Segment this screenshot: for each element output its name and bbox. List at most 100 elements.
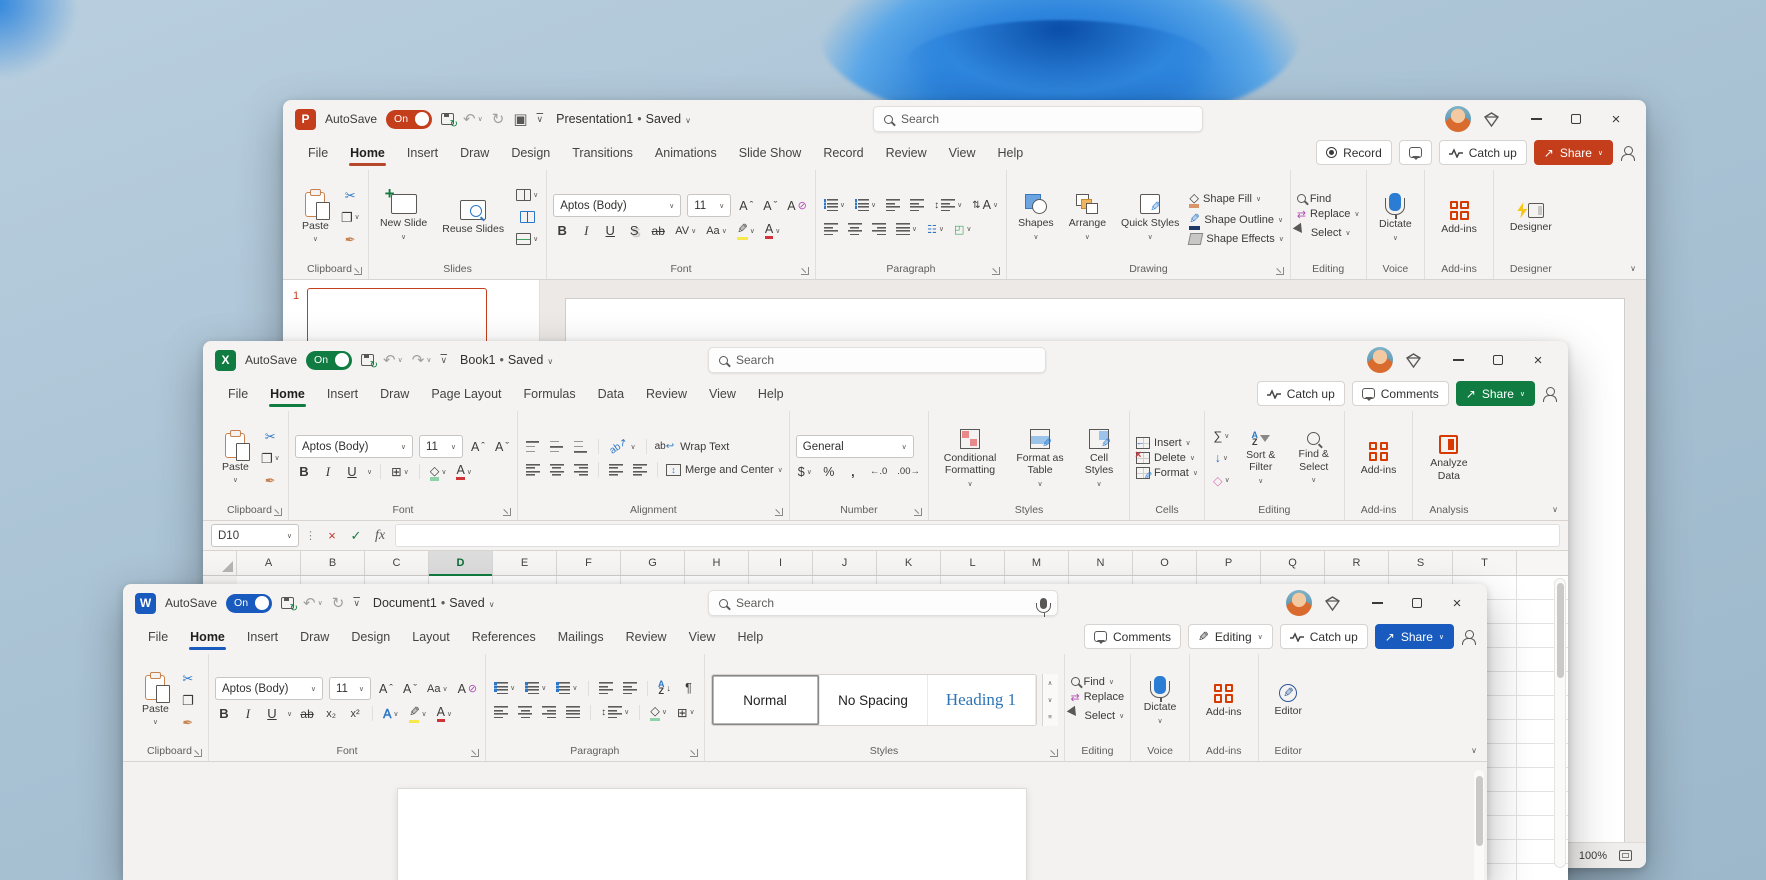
copy-button[interactable]: ❐∨ xyxy=(339,208,362,227)
dialog-launcher-icon[interactable] xyxy=(194,749,202,757)
column-header[interactable]: I xyxy=(749,551,813,575)
font-name-select[interactable]: Aptos (Body)∨ xyxy=(553,194,681,217)
quick-access-toolbar-chevron-icon[interactable]: ∨ xyxy=(537,115,544,124)
ribbon-tab[interactable]: Page Layout xyxy=(420,380,512,408)
font-name-select[interactable]: Aptos (Body)∨ xyxy=(295,435,413,458)
formula-input[interactable] xyxy=(395,524,1560,547)
align-center-button[interactable] xyxy=(516,703,534,722)
select-button[interactable]: Select∨ xyxy=(1071,707,1125,725)
doc-titlebar[interactable]: W AutoSave On ↶∨ ↻ ∨ Document1•Saved∨ Se… xyxy=(123,584,1487,622)
close-button[interactable]: × xyxy=(1596,104,1636,134)
column-header[interactable]: N xyxy=(1069,551,1133,575)
replace-button[interactable]: ⇄Replace xyxy=(1071,691,1125,704)
present-people-icon[interactable] xyxy=(1461,630,1477,644)
user-avatar[interactable] xyxy=(1445,106,1471,132)
increase-font-button[interactable]: Aˆ xyxy=(737,196,755,215)
align-left-button[interactable] xyxy=(524,460,542,479)
maximize-button[interactable] xyxy=(1397,588,1437,618)
column-header[interactable]: R xyxy=(1325,551,1389,575)
share-button[interactable]: ↗Share∨ xyxy=(1456,381,1535,406)
justify-button[interactable] xyxy=(564,703,582,722)
cancel-entry-button[interactable]: × xyxy=(323,526,341,545)
comments-button[interactable]: Comments xyxy=(1084,624,1181,649)
column-header[interactable]: O xyxy=(1133,551,1197,575)
slide-layout-button[interactable]: ∨ xyxy=(514,186,540,205)
highlight-color-button[interactable]: ✎∨ xyxy=(407,704,429,723)
column-header[interactable]: D xyxy=(429,551,493,575)
ribbon-tab[interactable]: Draw xyxy=(289,623,340,651)
column-header[interactable]: C xyxy=(365,551,429,575)
column-header[interactable]: L xyxy=(941,551,1005,575)
ribbon-tab[interactable]: Transitions xyxy=(561,139,644,167)
underline-button[interactable]: U xyxy=(263,704,281,723)
decrease-font-button[interactable]: Aˇ xyxy=(401,679,419,698)
borders-button[interactable]: ⊞∨ xyxy=(389,462,411,481)
ribbon-tab[interactable]: Home xyxy=(259,380,316,408)
ribbon-tab[interactable]: Help xyxy=(726,623,774,651)
increase-decimal-button[interactable]: ←.0 xyxy=(868,462,889,481)
ribbon-tab[interactable]: Mailings xyxy=(547,623,615,651)
quick-styles-button[interactable]: Quick Styles∨ xyxy=(1116,190,1184,244)
bottom-align-button[interactable] xyxy=(572,437,590,456)
ribbon-tab[interactable]: Review xyxy=(875,139,938,167)
underline-button[interactable]: U xyxy=(343,462,361,481)
ribbon-tab[interactable]: Design xyxy=(340,623,401,651)
style-option[interactable]: Heading 1 xyxy=(928,675,1036,725)
ribbon-tab[interactable]: Insert xyxy=(316,380,369,408)
align-right-button[interactable] xyxy=(540,703,558,722)
bullets-button[interactable]: ∨ xyxy=(822,196,847,215)
analyze-data-button[interactable]: Analyze Data xyxy=(1422,431,1476,484)
clear-formatting-button[interactable]: A⊘ xyxy=(785,196,809,215)
increase-indent-button[interactable] xyxy=(621,679,639,698)
gallery-more-icon[interactable]: ≡ xyxy=(1043,709,1058,726)
ribbon-tab[interactable]: Home xyxy=(179,623,236,651)
confirm-entry-button[interactable]: ✓ xyxy=(347,526,365,545)
user-avatar[interactable] xyxy=(1286,590,1312,616)
align-right-button[interactable] xyxy=(572,460,590,479)
shapes-button[interactable]: Shapes∨ xyxy=(1013,190,1059,244)
increase-font-button[interactable]: Aˆ xyxy=(469,437,487,456)
quick-access-toolbar-chevron-icon[interactable]: ∨ xyxy=(353,599,360,608)
dialog-launcher-icon[interactable] xyxy=(914,508,922,516)
font-color-button[interactable]: A∨ xyxy=(454,462,473,481)
ribbon-tab[interactable]: Draw xyxy=(449,139,500,167)
column-header[interactable]: P xyxy=(1197,551,1261,575)
font-size-select[interactable]: 11∨ xyxy=(419,435,463,458)
share-button[interactable]: ↗Share∨ xyxy=(1534,140,1613,165)
orientation-button[interactable]: ab↗∨ xyxy=(607,437,638,456)
dialog-launcher-icon[interactable] xyxy=(503,508,511,516)
delete-cells-button[interactable]: Delete∨ xyxy=(1136,452,1195,464)
format-painter-button[interactable]: ✒ xyxy=(339,230,362,249)
copy-button[interactable]: ❐ xyxy=(179,691,197,710)
comments-button[interactable] xyxy=(1399,140,1432,165)
undo-icon[interactable]: ↶∨ xyxy=(383,353,403,368)
multilevel-list-button[interactable]: ∨ xyxy=(554,679,579,698)
cell-styles-button[interactable]: Cell Styles∨ xyxy=(1075,425,1123,492)
style-option[interactable]: Normal xyxy=(712,675,820,725)
fill-color-button[interactable]: ◇∨ xyxy=(428,462,449,481)
maximize-button[interactable] xyxy=(1556,104,1596,134)
ribbon-tab[interactable]: Draw xyxy=(369,380,420,408)
bullets-button[interactable]: ∨ xyxy=(492,679,517,698)
change-case-button[interactable]: Aa∨ xyxy=(704,221,729,240)
cut-button[interactable]: ✂ xyxy=(339,186,362,205)
dialog-launcher-icon[interactable] xyxy=(1276,267,1284,275)
dialog-launcher-icon[interactable] xyxy=(801,267,809,275)
cut-button[interactable]: ✂ xyxy=(259,427,282,446)
numbering-button[interactable]: ∨ xyxy=(853,196,878,215)
start-slideshow-icon[interactable]: ▣ xyxy=(513,112,527,127)
column-header[interactable]: T xyxy=(1453,551,1517,575)
cut-button[interactable]: ✂ xyxy=(179,669,197,688)
justify-button[interactable]: ∨ xyxy=(894,220,919,239)
ribbon-tab[interactable]: Help xyxy=(986,139,1034,167)
gallery-up-icon[interactable]: ∧ xyxy=(1043,674,1058,691)
name-box[interactable]: D10∨ xyxy=(211,524,299,547)
vertical-scrollbar[interactable] xyxy=(1554,578,1566,868)
ribbon-tab[interactable]: Record xyxy=(812,139,874,167)
arrange-button[interactable]: Arrange∨ xyxy=(1064,190,1111,244)
line-spacing-button[interactable]: ↕∨ xyxy=(599,703,631,722)
ribbon-tab[interactable]: Layout xyxy=(401,623,461,651)
copy-button[interactable]: ❐∨ xyxy=(259,449,282,468)
ribbon-tab[interactable]: File xyxy=(217,380,259,408)
autosum-button[interactable]: ∑∨ xyxy=(1211,427,1232,446)
